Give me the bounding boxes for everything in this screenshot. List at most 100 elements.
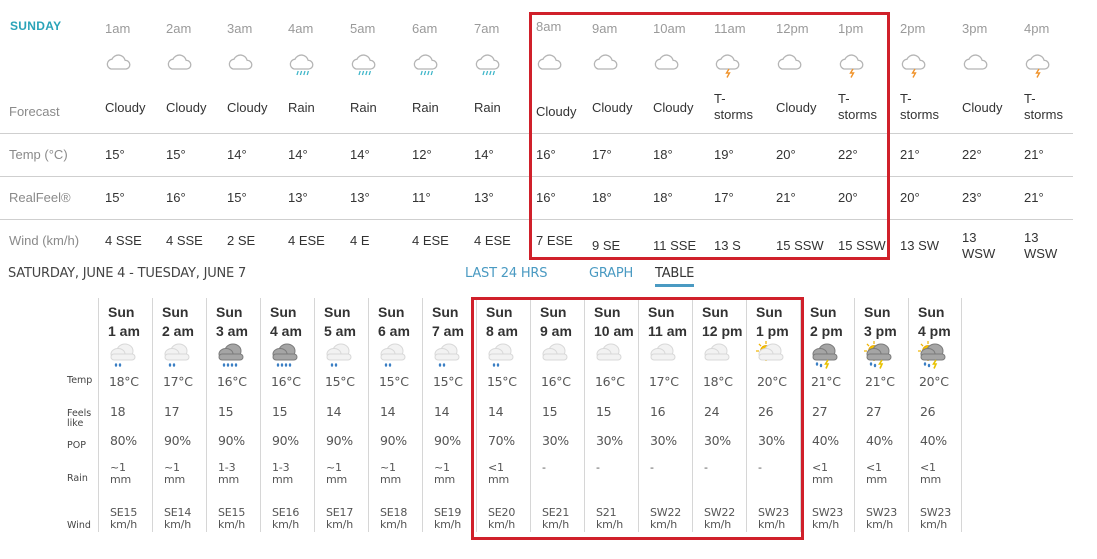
realfeel-value: 16° — [166, 190, 186, 205]
date-range-title: SATURDAY, JUNE 4 - TUESDAY, JUNE 7 — [8, 266, 247, 281]
forecast-text: Cloudy — [166, 100, 207, 115]
column-day: Sun — [486, 304, 513, 320]
tab-graph[interactable]: GRAPH — [589, 266, 633, 281]
pop-value: 80% — [110, 433, 137, 448]
temp-value: 14° — [350, 147, 370, 162]
column-header: Sun 11 am — [648, 303, 687, 341]
rain-unit: mm — [164, 473, 186, 486]
forecast-text: Rain — [474, 100, 501, 115]
hourly-table-column: Sun 10 am 16°C 15 30% - S21 km/h — [584, 298, 638, 532]
column-header: Sun 8 am — [486, 303, 518, 341]
column-time: 1 pm — [756, 323, 789, 339]
hour-label: 10am — [653, 21, 686, 36]
hourly-table-column: Sun 11 am 17°C 16 30% - SW22 km/h — [638, 298, 692, 532]
heavy-rain-icon — [213, 341, 247, 369]
rain-value: - — [704, 462, 708, 474]
cloud-icon — [165, 48, 195, 78]
column-time: 5 am — [324, 323, 356, 339]
cloudy-icon — [537, 341, 571, 369]
wind-value: S21 km/h — [596, 507, 623, 531]
wind-unit: km/h — [434, 518, 461, 531]
column-day: Sun — [702, 304, 729, 320]
cloud-icon — [775, 48, 805, 78]
rain-value: ~1 mm — [164, 462, 185, 486]
rain-value: ~1 mm — [110, 462, 131, 486]
hour-label: 5am — [350, 21, 376, 36]
wind-value: 4 E — [350, 233, 370, 248]
forecast-text: Cloudy — [105, 100, 146, 115]
column-header: Sun 1 pm — [756, 303, 789, 341]
column-header: Sun 7 am — [432, 303, 464, 341]
pop-value: 90% — [434, 433, 461, 448]
pop-value: 70% — [488, 433, 515, 448]
hourly-table-column: Sun 2 am 17°C 17 90% ~1 mm SE14 km/h — [152, 298, 206, 532]
wind-value: SE18 km/h — [380, 507, 407, 531]
column-time: 2 pm — [810, 323, 843, 339]
light-rain-icon — [429, 341, 463, 369]
temp-value: 15° — [166, 147, 186, 162]
temp-value: 16°C — [217, 374, 247, 389]
sun-storm-icon — [861, 341, 895, 369]
pop-value: 90% — [272, 433, 299, 448]
cloud-icon — [535, 48, 565, 78]
rain-unit: mm — [488, 473, 510, 486]
column-time: 12 pm — [702, 323, 743, 339]
hour-label: 9am — [592, 21, 618, 36]
wind-value: SW23 km/h — [920, 507, 951, 531]
forecast-text: Cloudy — [227, 100, 268, 115]
rain-amount: - — [650, 461, 654, 474]
column-time: 6 am — [378, 323, 410, 339]
row-label-feels-like: Feels like — [67, 409, 91, 429]
wind-value: SE15 km/h — [218, 507, 245, 531]
forecast-text: Rain — [350, 100, 377, 115]
rain-value: 1-3 mm — [218, 462, 239, 486]
temp-value: 16°C — [541, 374, 571, 389]
column-time: 2 am — [162, 323, 194, 339]
hourly-table-column: Sun 4 am 16°C 15 90% 1-3 mm SE16 km/h — [260, 298, 314, 532]
column-header: Sun 9 am — [540, 303, 572, 341]
column-time: 8 am — [486, 323, 518, 339]
column-header: Sun 3 am — [216, 303, 248, 341]
row-label-wind: Wind — [67, 520, 91, 531]
feels-like-value: 14 — [380, 404, 396, 419]
divider — [0, 133, 1073, 134]
pop-value: 30% — [650, 433, 677, 448]
storm-icon — [807, 341, 841, 369]
thunderstorm-icon — [713, 48, 743, 78]
realfeel-value: 17° — [714, 190, 734, 205]
forecast-text: Cloudy — [592, 100, 633, 115]
temp-value: 21° — [1024, 147, 1044, 162]
hour-label: 1pm — [838, 21, 864, 36]
temp-value: 21°C — [811, 374, 841, 389]
pop-value: 30% — [704, 433, 731, 448]
temp-value: 22° — [838, 147, 858, 162]
column-header: Sun 10 am — [594, 303, 634, 341]
rain-cloud-icon — [473, 48, 503, 78]
tab-last-24-hrs[interactable]: LAST 24 HRS — [465, 266, 547, 281]
rain-unit: mm — [110, 473, 132, 486]
forecast-text: Rain — [288, 100, 315, 115]
rain-value: - — [596, 462, 600, 474]
rain-value: - — [650, 462, 654, 474]
realfeel-value: 20° — [838, 190, 858, 205]
wind-unit: km/h — [326, 518, 353, 531]
rain-amount: - — [596, 461, 600, 474]
hourly-table-column: Sun 1 am 18°C 18 80% ~1 mm SE15 km/h — [98, 298, 152, 532]
feels-like-value: 14 — [326, 404, 342, 419]
realfeel-value: 20° — [900, 190, 920, 205]
sun-storm-icon — [915, 341, 949, 369]
hour-label: 7am — [474, 21, 500, 36]
rain-unit: mm — [812, 473, 834, 486]
feels-like-value: 15 — [272, 404, 288, 419]
temp-value: 16° — [536, 147, 556, 162]
rain-cloud-icon — [287, 48, 317, 78]
rain-unit: mm — [866, 473, 888, 486]
light-rain-icon — [159, 341, 193, 369]
day-label: SUNDAY — [10, 19, 62, 33]
rain-unit: mm — [434, 473, 456, 486]
temp-value: 15°C — [433, 374, 463, 389]
rain-value: <1 mm — [812, 462, 833, 486]
tab-table[interactable]: TABLE — [655, 266, 695, 287]
wind-unit: km/h — [380, 518, 407, 531]
wind-unit: km/h — [110, 518, 137, 531]
